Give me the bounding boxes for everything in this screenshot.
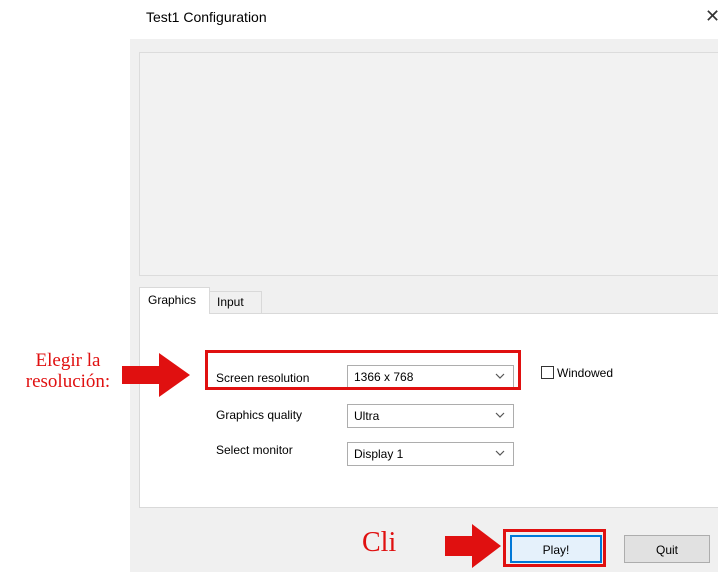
play-button[interactable]: Play!: [510, 535, 602, 563]
tab-graphics[interactable]: Graphics: [139, 287, 210, 314]
resolution-highlight-box: [205, 350, 521, 390]
windowed-checkbox[interactable]: [541, 366, 554, 379]
select-monitor-label: Select monitor: [216, 443, 293, 457]
annotation-line-2: resolución:: [25, 371, 111, 392]
arrow-right-icon: [122, 353, 190, 397]
chevron-down-icon: [495, 412, 505, 418]
graphics-quality-select[interactable]: Ultra: [347, 404, 514, 428]
arrow-right-icon: [445, 524, 501, 568]
annotation-click: Cli: [362, 527, 397, 558]
annotation-line-1: Elegir la: [35, 350, 101, 371]
graphics-quality-value: Ultra: [354, 409, 380, 423]
graphics-quality-label: Graphics quality: [216, 408, 303, 422]
annotation-resolution: Elegir la resolución:: [18, 350, 118, 392]
select-monitor-select[interactable]: Display 1: [347, 442, 514, 466]
banner-image: [139, 52, 718, 276]
select-monitor-value: Display 1: [354, 447, 404, 461]
chevron-down-icon: [495, 450, 505, 456]
quit-button[interactable]: Quit: [624, 535, 710, 563]
tab-input[interactable]: Input: [210, 291, 262, 313]
windowed-label[interactable]: Windowed: [557, 366, 613, 380]
close-icon[interactable]: ✕: [705, 6, 718, 27]
window-title: Test1 Configuration: [146, 9, 267, 25]
